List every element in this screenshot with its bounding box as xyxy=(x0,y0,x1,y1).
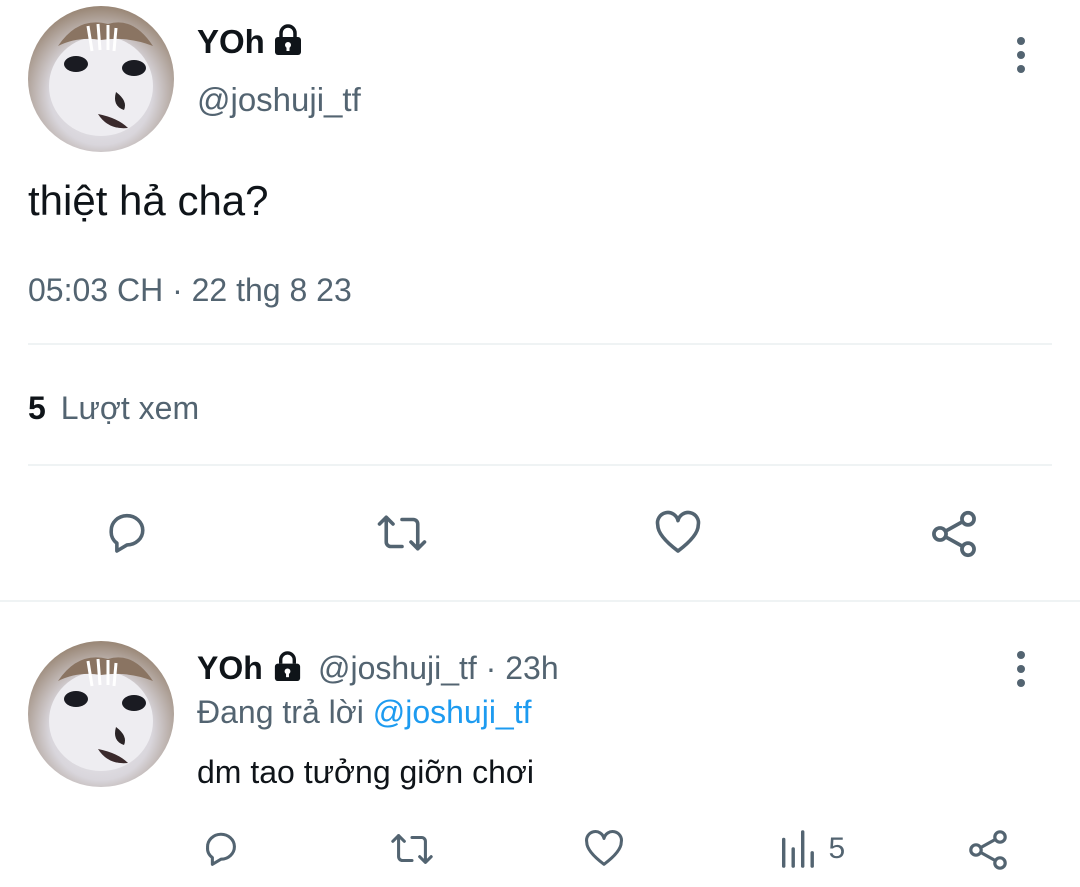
retweet-button[interactable] xyxy=(372,506,432,560)
retweet-icon xyxy=(391,834,433,864)
section-divider xyxy=(0,600,1080,602)
date: 22 thg 8 23 xyxy=(191,272,352,308)
reply-icon xyxy=(109,513,145,553)
time: 05:03 CH xyxy=(28,272,164,308)
lock-icon xyxy=(271,23,305,57)
lock-icon xyxy=(271,650,304,683)
reply-reply-button[interactable] xyxy=(198,826,244,872)
divider xyxy=(28,343,1052,345)
reply-text: dm tao tưởng giỡn chơi xyxy=(197,754,534,790)
reply-meta: @joshuji_tf · 23h xyxy=(318,648,559,688)
avatar[interactable] xyxy=(28,6,174,152)
reply-age[interactable]: 23h xyxy=(505,650,558,686)
tweet-text: thiệt hả cha? xyxy=(28,177,269,224)
like-button[interactable] xyxy=(651,506,705,560)
share-icon xyxy=(932,510,976,558)
replying-prefix: Đang trả lời xyxy=(197,694,364,730)
reply-views-button[interactable]: 5 xyxy=(778,828,845,870)
views-count: 5 xyxy=(28,390,46,426)
separator: · xyxy=(172,272,183,308)
reply-header: YOh xyxy=(197,648,263,688)
timestamp[interactable]: 05:03 CH · 22 thg 8 23 xyxy=(28,270,352,310)
share-button[interactable] xyxy=(926,506,982,562)
more-vertical-icon xyxy=(1017,651,1025,659)
like-icon xyxy=(655,510,701,553)
views-icon xyxy=(781,830,814,868)
reply-button[interactable] xyxy=(100,506,154,560)
more-vertical-icon xyxy=(1017,37,1025,45)
reply-handle[interactable]: @joshuji_tf xyxy=(318,650,477,686)
share-icon xyxy=(969,830,1007,870)
replying-to-link[interactable]: @joshuji_tf xyxy=(373,694,532,730)
reply-more-button[interactable] xyxy=(1011,651,1031,693)
reply-share-button[interactable] xyxy=(964,826,1012,874)
replying-to-line: Đang trả lời @joshuji_tf xyxy=(197,692,532,732)
retweet-icon xyxy=(377,515,427,551)
display-name[interactable]: YOh xyxy=(197,22,265,62)
reply-icon xyxy=(206,832,236,866)
views-stat[interactable]: 5 Lượt xem xyxy=(28,388,199,428)
reply-views-count: 5 xyxy=(828,832,846,865)
like-icon xyxy=(585,830,623,866)
reply-like-button[interactable] xyxy=(581,826,627,872)
separator: · xyxy=(485,650,497,686)
reply-display-name[interactable]: YOh xyxy=(197,650,263,686)
reply-avatar[interactable] xyxy=(28,641,174,787)
reply-retweet-button[interactable] xyxy=(386,826,438,872)
handle[interactable]: @joshuji_tf xyxy=(197,80,361,120)
more-button[interactable] xyxy=(1011,37,1031,79)
divider xyxy=(28,464,1052,466)
views-label: Lượt xem xyxy=(60,390,200,426)
